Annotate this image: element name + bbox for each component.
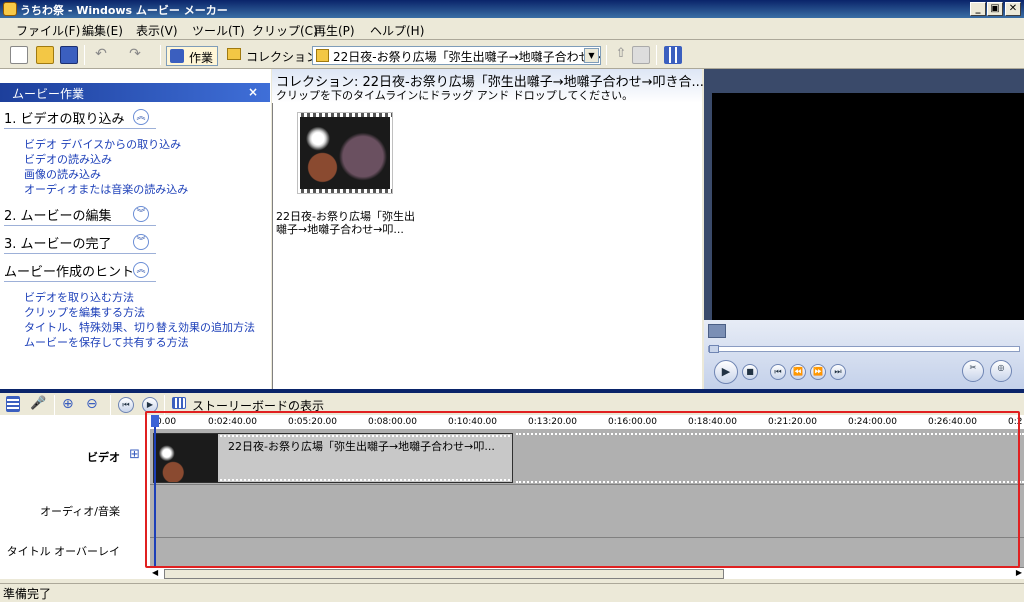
- link-tip-edit[interactable]: クリップを編集する方法: [24, 304, 145, 320]
- tasks-label: 作業: [189, 51, 214, 65]
- task-pane-header: ムービー作業 ×: [0, 83, 270, 102]
- link-import-pictures[interactable]: 画像の読み込み: [24, 166, 101, 182]
- menu-file[interactable]: ファイル(F): [16, 22, 80, 39]
- tasks-icon: [170, 49, 184, 63]
- rewind-timeline-icon[interactable]: ⏮: [118, 397, 134, 413]
- collection-subtitle: クリップを下のタイムラインにドラッグ アンド ドロップしてください。: [276, 89, 634, 102]
- previous-frame-icon[interactable]: ⏮: [770, 364, 786, 380]
- seek-thumb[interactable]: [709, 345, 719, 353]
- highlight-box: [145, 411, 1020, 568]
- menu-view[interactable]: 表示(V): [136, 22, 178, 39]
- take-picture-icon[interactable]: ◎: [990, 360, 1012, 382]
- link-tip-effects[interactable]: タイトル、特殊効果、切り替え効果の追加方法: [24, 319, 255, 335]
- menu-tools[interactable]: ツール(T): [192, 22, 245, 39]
- open-icon[interactable]: [36, 46, 54, 64]
- scrollbar-thumb[interactable]: [164, 569, 724, 579]
- close-button[interactable]: ✕: [1005, 2, 1021, 16]
- zoom-out-icon[interactable]: ⊖: [86, 396, 104, 414]
- fast-forward-icon[interactable]: ⏩: [810, 364, 826, 380]
- track-label-video: ビデオ: [87, 451, 120, 464]
- section-capture[interactable]: 1. ビデオの取り込み: [4, 108, 125, 127]
- save-icon[interactable]: [60, 46, 78, 64]
- new-icon[interactable]: [10, 46, 28, 64]
- task-pane-title: ムービー作業: [12, 87, 85, 101]
- section-edit[interactable]: 2. ムービーの編集: [4, 205, 112, 224]
- menu-edit[interactable]: 編集(E): [82, 22, 123, 39]
- chevron-down-icon[interactable]: ▼: [584, 48, 599, 63]
- stop-icon[interactable]: ■: [742, 364, 758, 380]
- clip-caption-line1: 22日夜-お祭り広場「弥生出: [276, 210, 415, 223]
- close-icon[interactable]: ×: [248, 85, 258, 99]
- clip-caption[interactable]: 22日夜-お祭り広場「弥生出 囃子→地囃子合わせ→叩...: [276, 210, 426, 236]
- section-tips[interactable]: ムービー作成のヒント: [4, 261, 134, 280]
- track-label-title-overlay: タイトル オーバーレイ: [6, 545, 120, 558]
- app-icon: [3, 2, 17, 16]
- zoom-in-icon[interactable]: ⊕: [62, 396, 80, 414]
- chevron-up-icon[interactable]: ︽: [133, 109, 149, 125]
- link-import-video[interactable]: ビデオの読み込み: [24, 151, 112, 167]
- collections-icon: [227, 48, 241, 60]
- menu-bar: ファイル(F) 編集(E) 表示(V) ツール(T) クリップ(C) 再生(P)…: [0, 18, 1024, 40]
- clip-caption-line2: 囃子→地囃子合わせ→叩...: [276, 223, 404, 236]
- play-icon[interactable]: ▶: [714, 360, 738, 384]
- window-title: うちわ祭 - Windows ムービー メーカー: [20, 4, 228, 17]
- redo-icon[interactable]: ↷: [126, 46, 144, 64]
- views-icon[interactable]: [664, 46, 682, 64]
- preview-controls: ▶ ■ ⏮ ⏪ ⏩ ⏭ ✂ ◎: [704, 320, 1024, 389]
- track-labels: ビデオ ⊞ オーディオ/音楽 タイトル オーバーレイ: [0, 415, 150, 579]
- track-label-audio: オーディオ/音楽: [40, 505, 120, 518]
- next-frame-icon[interactable]: ⏭: [830, 364, 846, 380]
- seek-bar[interactable]: [708, 345, 1020, 353]
- status-text: 準備完了: [3, 587, 52, 601]
- collection-header: コレクション: 22日夜-お祭り広場「弥生出囃子→地囃子合わせ→叩き合... ク…: [272, 69, 704, 103]
- clip-thumbnail[interactable]: [297, 112, 393, 194]
- title-bar: うちわ祭 - Windows ムービー メーカー _ ▣ ✕: [0, 0, 1024, 18]
- rewind-icon[interactable]: ⏪: [790, 364, 806, 380]
- up-icon[interactable]: ⇧: [612, 46, 630, 64]
- minimize-button[interactable]: _: [970, 2, 986, 16]
- tasks-button[interactable]: 作業: [166, 46, 219, 66]
- chevron-down-icon[interactable]: ︾: [133, 234, 149, 250]
- expand-icon[interactable]: ⊞: [129, 447, 140, 462]
- storyboard-icon: [172, 397, 186, 409]
- split-screen-icon[interactable]: [708, 324, 726, 338]
- scroll-right-icon[interactable]: ▶: [1016, 568, 1022, 577]
- horizontal-scrollbar[interactable]: ◀ ▶: [150, 567, 1024, 579]
- undo-icon[interactable]: ↶: [92, 46, 110, 64]
- link-capture-device[interactable]: ビデオ デバイスからの取り込み: [24, 136, 181, 152]
- link-tip-save[interactable]: ムービーを保存して共有する方法: [24, 334, 189, 350]
- new-folder-icon[interactable]: [632, 46, 650, 64]
- section-finish[interactable]: 3. ムービーの完了: [4, 233, 112, 252]
- link-import-audio[interactable]: オーディオまたは音楽の読み込み: [24, 181, 188, 197]
- set-audio-levels-icon[interactable]: [6, 396, 20, 412]
- collections-label: コレクション: [246, 50, 319, 64]
- menu-help[interactable]: ヘルプ(H): [370, 22, 424, 39]
- menu-clip[interactable]: クリップ(C): [252, 22, 318, 39]
- link-tip-capture[interactable]: ビデオを取り込む方法: [24, 289, 134, 305]
- collection-select[interactable]: 22日夜-お祭り広場「弥生出囃子→地囃子合わせ→叩き合 ▼: [312, 46, 601, 65]
- narrate-icon[interactable]: 🎤: [30, 396, 48, 414]
- menu-play[interactable]: 再生(P): [314, 22, 355, 39]
- scroll-left-icon[interactable]: ◀: [152, 568, 158, 577]
- collection-folder-icon: [316, 49, 329, 62]
- chevron-up-icon[interactable]: ︽: [133, 262, 149, 278]
- collections-button[interactable]: コレクション: [224, 46, 322, 66]
- maximize-button[interactable]: ▣: [987, 2, 1003, 16]
- status-bar: 準備完了: [0, 583, 1024, 601]
- split-clip-icon[interactable]: ✂: [962, 360, 984, 382]
- collection-select-value: 22日夜-お祭り広場「弥生出囃子→地囃子合わせ→叩き合: [333, 50, 600, 64]
- chevron-down-icon[interactable]: ︾: [133, 206, 149, 222]
- clip-image: [300, 117, 390, 189]
